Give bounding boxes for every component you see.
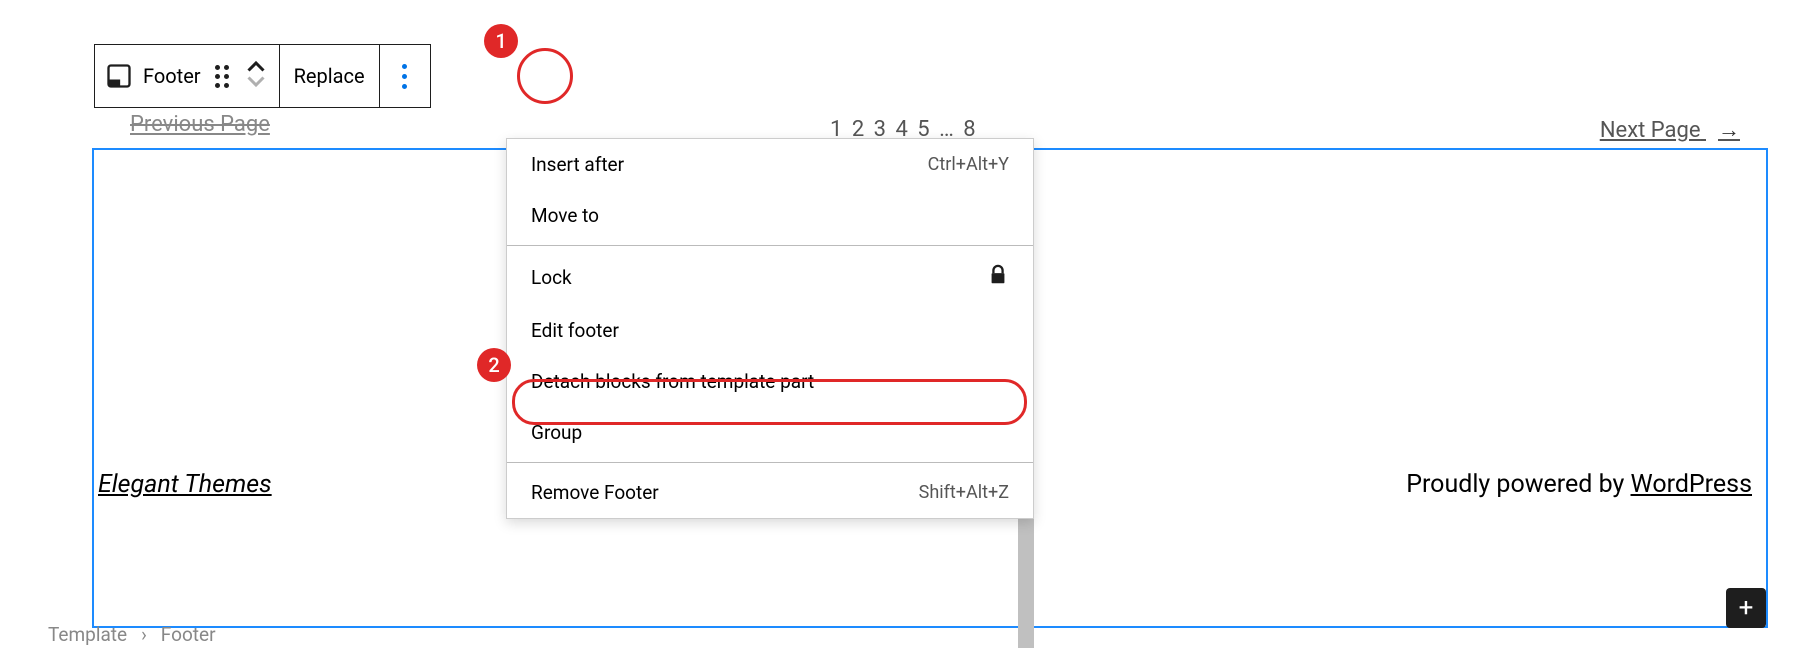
arrow-right-icon: → [1718, 118, 1740, 143]
block-type-label: Footer [143, 64, 201, 88]
footer-wordpress-link[interactable]: WordPress [1631, 470, 1752, 499]
footer-site-title[interactable]: Elegant Themes [98, 470, 272, 499]
add-block-button[interactable]: + [1726, 588, 1766, 628]
menu-shortcut: Shift+Alt+Z [919, 482, 1009, 503]
menu-label: Remove Footer [531, 481, 659, 504]
move-up-button[interactable] [247, 60, 265, 76]
menu-separator [507, 462, 1033, 463]
plus-icon: + [1739, 593, 1754, 623]
next-page-label: Next Page [1600, 118, 1701, 143]
footer-block-icon [105, 62, 133, 90]
annotation-ring-1 [517, 48, 573, 104]
menu-move-to[interactable]: Move to [507, 190, 1033, 241]
kebab-icon [402, 64, 407, 89]
annotation-badge-1: 1 [484, 24, 518, 58]
more-options-button[interactable] [380, 45, 430, 107]
menu-label: Move to [531, 204, 599, 227]
lock-icon [987, 264, 1009, 291]
menu-label: Edit footer [531, 319, 619, 342]
footer-credit-prefix: Proudly powered by [1406, 470, 1630, 499]
block-type-group: Footer [95, 45, 280, 107]
menu-edit-footer[interactable]: Edit footer [507, 305, 1033, 356]
breadcrumb-template[interactable]: Template [48, 623, 127, 646]
menu-separator [507, 245, 1033, 246]
menu-lock[interactable]: Lock [507, 250, 1033, 305]
annotation-badge-2: 2 [477, 348, 511, 382]
menu-insert-after[interactable]: Insert after Ctrl+Alt+Y [507, 139, 1033, 190]
previous-page-link[interactable]: Previous Page [130, 112, 270, 137]
annotation-ring-2 [512, 379, 1027, 425]
drag-handle-icon[interactable] [211, 65, 233, 88]
menu-remove-footer[interactable]: Remove Footer Shift+Alt+Z [507, 467, 1033, 518]
menu-label: Insert after [531, 153, 624, 176]
block-toolbar: Footer Replace [94, 44, 431, 108]
menu-shortcut: Ctrl+Alt+Y [928, 154, 1009, 175]
next-page-link[interactable]: Next Page → [1600, 117, 1740, 143]
chevron-right-icon: › [141, 623, 147, 646]
menu-label: Lock [531, 266, 572, 289]
move-down-button[interactable] [247, 76, 265, 92]
block-options-dropdown: Insert after Ctrl+Alt+Y Move to Lock Edi… [506, 138, 1034, 519]
editor-breadcrumb: Template › Footer [48, 623, 216, 646]
replace-button[interactable]: Replace [280, 45, 380, 107]
footer-credit: Proudly powered by WordPress [1406, 470, 1752, 499]
breadcrumb-footer[interactable]: Footer [161, 623, 216, 646]
block-movers [243, 60, 269, 92]
